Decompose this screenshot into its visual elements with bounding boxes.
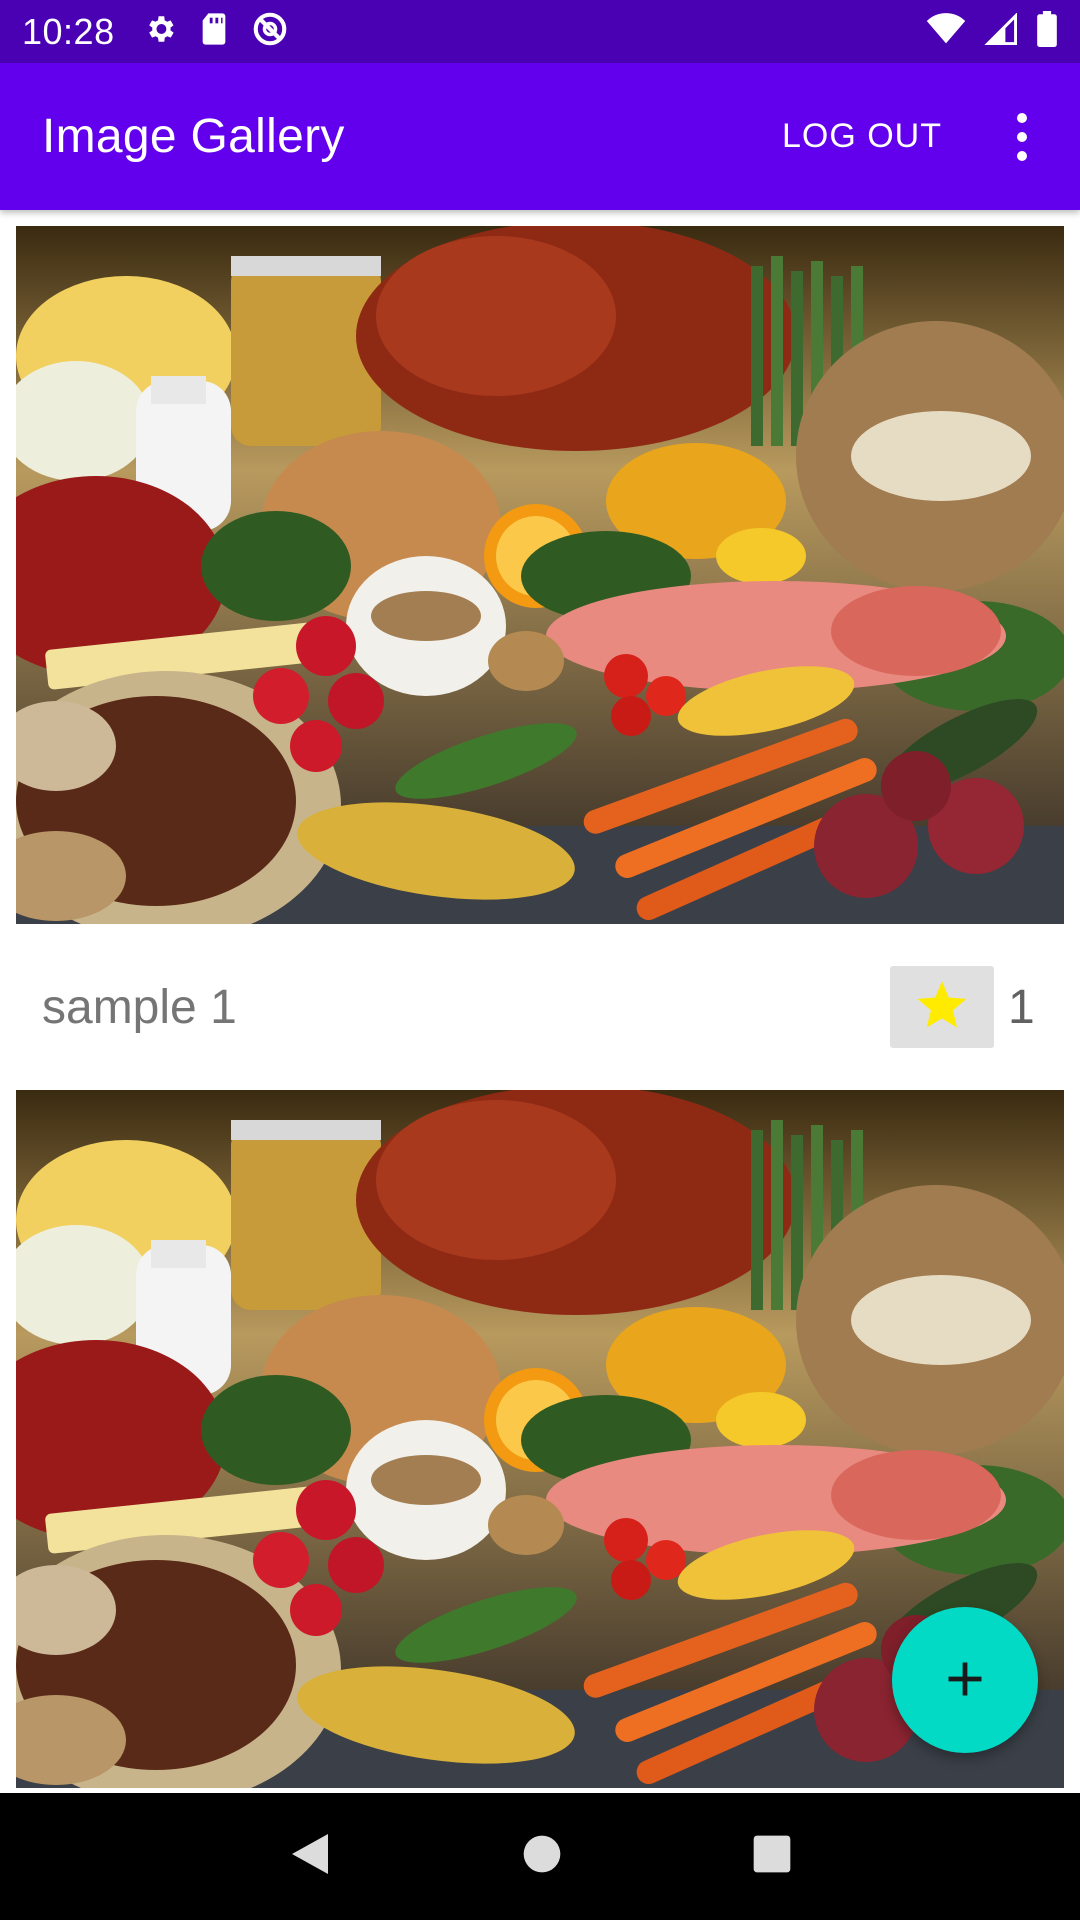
add-icon (943, 1657, 987, 1704)
app-bar: Image Gallery LOG OUT (0, 63, 1080, 210)
logout-button[interactable]: LOG OUT (782, 117, 942, 156)
signal-icon (984, 12, 1018, 50)
settings-icon (143, 12, 177, 51)
app-title: Image Gallery (42, 110, 345, 163)
gallery-list[interactable]: sample 1 1 (0, 210, 1080, 1793)
status-icons-left (143, 10, 289, 53)
gallery-card[interactable]: sample 1 1 (16, 226, 1064, 1048)
home-icon[interactable] (522, 1834, 562, 1879)
recents-icon[interactable] (752, 1834, 792, 1879)
more-vert-icon[interactable] (1002, 107, 1042, 167)
card-title: sample 1 (42, 980, 237, 1034)
battery-icon (1036, 11, 1058, 52)
sync-icon (251, 10, 289, 53)
gallery-image[interactable] (16, 226, 1064, 924)
status-time: 10:28 (22, 10, 115, 52)
favorite-button[interactable] (890, 966, 994, 1048)
add-button[interactable] (892, 1607, 1038, 1753)
status-icons-right (926, 11, 1058, 52)
wifi-icon (926, 13, 966, 50)
favorite-count: 1 (1008, 980, 1035, 1034)
star-icon (916, 980, 968, 1034)
status-bar: 10:28 (0, 0, 1080, 63)
sd-card-icon (199, 12, 229, 51)
back-icon[interactable] (288, 1830, 332, 1883)
navigation-bar (0, 1793, 1080, 1920)
card-footer: sample 1 1 (16, 924, 1064, 1090)
